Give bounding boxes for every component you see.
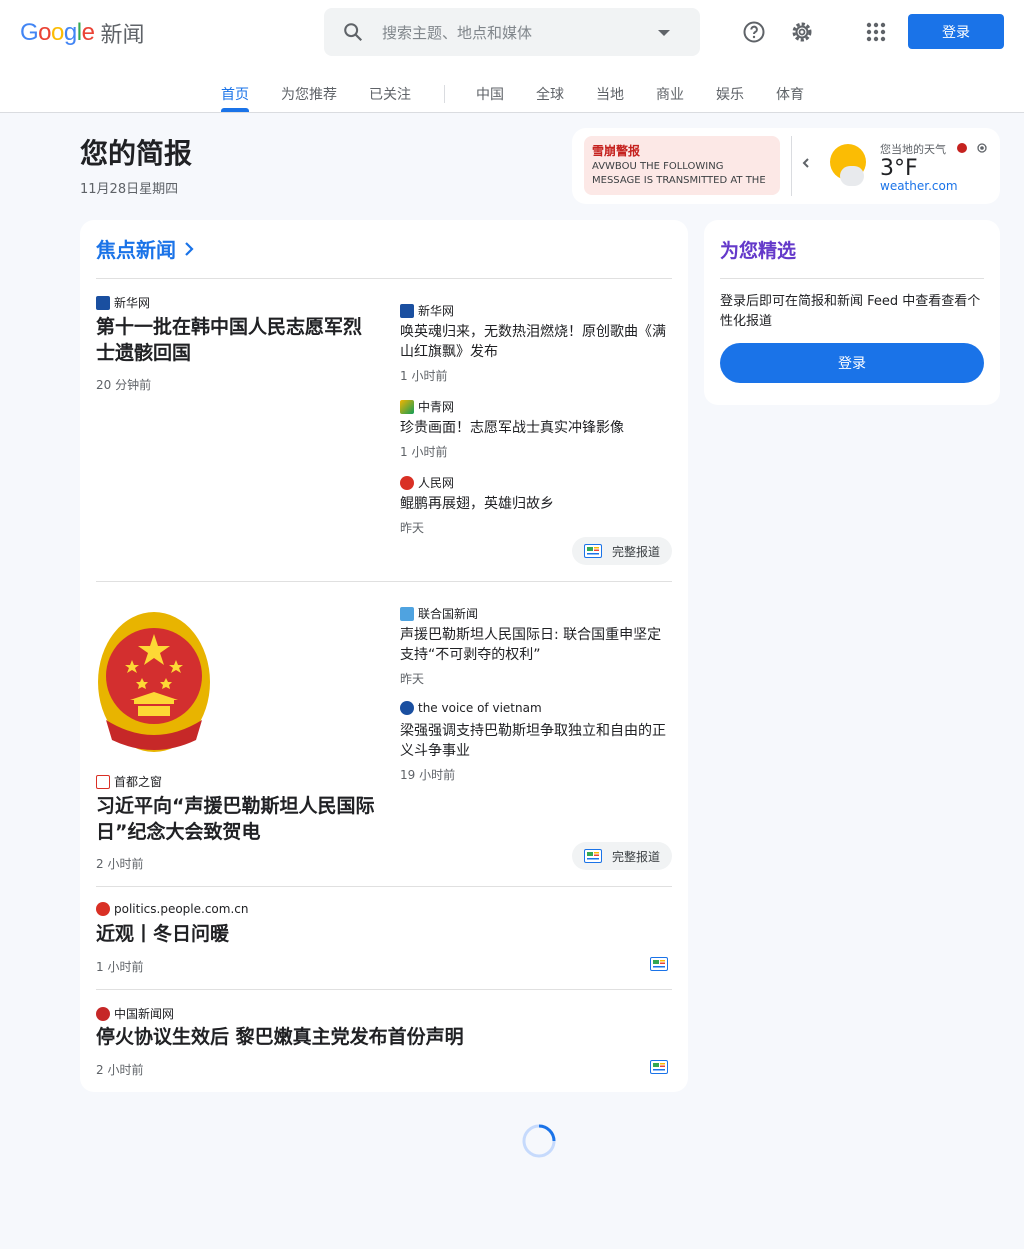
- divider: [96, 886, 672, 887]
- source-people[interactable]: 人民网: [400, 474, 454, 491]
- divider: [96, 989, 672, 990]
- headline-link[interactable]: 停火协议生效后 黎巴嫩真主党发布首份声明: [96, 1024, 636, 1050]
- search-box[interactable]: 搜索主题、地点和媒体: [324, 8, 700, 56]
- search-input[interactable]: 搜索主题、地点和媒体: [382, 22, 532, 43]
- tab-following[interactable]: 已关注: [369, 84, 411, 112]
- vov-logo-icon: [400, 701, 414, 715]
- alert-title: 雪崩警报: [592, 144, 641, 158]
- timestamp: 2 小时前: [96, 1063, 144, 1077]
- source-xinhua[interactable]: 新华网: [400, 302, 454, 319]
- timestamp: 昨天: [400, 521, 425, 535]
- beijing-gov-logo-icon: [96, 774, 110, 789]
- picks-description: 登录后即可在简报和新闻 Feed 中查看查看个性化报道: [720, 294, 981, 329]
- top-stories-card: 焦点新闻 新华网 第十一批在韩中国人民志愿军烈士遗骸回国 20 分钟前 新华网 …: [80, 220, 688, 1092]
- headline-link[interactable]: 第十一批在韩中国人民志愿军烈士遗骸回国: [96, 314, 380, 366]
- headline-link[interactable]: 梁强强调支持巴勒斯坦争取独立和自由的正义斗争事业: [400, 721, 670, 761]
- full-coverage-icon[interactable]: [650, 957, 668, 971]
- weather-temperature: 3°F: [880, 156, 918, 181]
- top-header: Google 新闻 搜索主题、地点和媒体 登录 首页 为您推荐 已关注 中国 全…: [0, 0, 1024, 113]
- full-coverage-icon: [584, 544, 602, 558]
- source-youth[interactable]: 中青网: [400, 398, 454, 415]
- timestamp: 19 小时前: [400, 768, 456, 782]
- tab-china[interactable]: 中国: [476, 84, 504, 112]
- avalanche-alert[interactable]: 雪崩警报 AVWBOU THE FOLLOWING MESSAGE IS TRA…: [584, 136, 780, 195]
- tab-home[interactable]: 首页: [221, 84, 249, 112]
- weather-card: 雪崩警报 AVWBOU THE FOLLOWING MESSAGE IS TRA…: [572, 128, 1000, 204]
- people-daily-logo-icon: [96, 902, 110, 916]
- apps-grid-icon[interactable]: [864, 20, 888, 44]
- tab-sports[interactable]: 体育: [776, 84, 804, 112]
- tab-entertainment[interactable]: 娱乐: [716, 84, 744, 112]
- weather-divider: [791, 136, 792, 196]
- picks-heading: 为您精选: [720, 240, 797, 262]
- picks-login-button[interactable]: 登录: [720, 343, 984, 383]
- xinhua-logo-icon: [400, 303, 414, 318]
- google-news-logo[interactable]: Google 新闻: [20, 18, 144, 48]
- tab-for-you[interactable]: 为您推荐: [281, 84, 337, 112]
- national-emblem-image[interactable]: [96, 610, 212, 754]
- divider: [96, 581, 672, 582]
- active-tab-indicator: [221, 108, 249, 112]
- alert-warning-icon: [957, 143, 967, 153]
- source-people-politics[interactable]: politics.people.com.cn: [96, 902, 248, 916]
- people-daily-logo-icon: [400, 475, 414, 490]
- search-options-dropdown-icon[interactable]: [658, 30, 670, 36]
- full-coverage-icon: [584, 849, 602, 863]
- headline-link[interactable]: 珍贵画面！志愿军战士真实冲锋影像: [400, 418, 670, 438]
- settings-gear-icon[interactable]: [790, 20, 814, 44]
- source-xinhua[interactable]: 新华网: [96, 294, 150, 311]
- headline-link[interactable]: 习近平向“声援巴勒斯坦人民国际日”纪念大会致贺电: [96, 793, 380, 845]
- timestamp: 20 分钟前: [96, 378, 152, 392]
- timestamp: 1 小时前: [400, 445, 448, 459]
- briefing-date: 11月28日星期四: [80, 182, 179, 197]
- source-voice-of-vietnam[interactable]: the voice of vietnam: [400, 701, 542, 715]
- headline-link[interactable]: 鲲鹏再展翅，英雄归故乡: [400, 494, 670, 514]
- tab-business[interactable]: 商业: [656, 84, 684, 112]
- timestamp: 2 小时前: [96, 857, 144, 871]
- timestamp: 1 小时前: [400, 369, 448, 383]
- timestamp: 昨天: [400, 672, 425, 686]
- timestamp: 1 小时前: [96, 960, 144, 974]
- youth-net-logo-icon: [400, 399, 414, 414]
- xinhua-logo-icon: [96, 295, 110, 310]
- un-logo-icon: [400, 606, 414, 621]
- picks-for-you-card: 为您精选 登录后即可在简报和新闻 Feed 中查看查看个性化报道 登录: [704, 220, 1000, 405]
- section-tabs: 首页 为您推荐 已关注 中国 全球 当地 商业 娱乐 体育: [0, 84, 1024, 112]
- source-chinanews[interactable]: 中国新闻网: [96, 1005, 174, 1022]
- weather-cloud-icon: [840, 166, 864, 186]
- help-icon[interactable]: [742, 20, 766, 44]
- source-un-news[interactable]: 联合国新闻: [400, 605, 478, 622]
- headline-link[interactable]: 近观丨冬日问暖: [96, 921, 636, 947]
- logo-brand: Google: [20, 19, 95, 46]
- logo-product: 新闻: [100, 23, 145, 48]
- tab-local[interactable]: 当地: [596, 84, 624, 112]
- divider: [720, 278, 984, 279]
- tab-divider: [444, 85, 445, 103]
- divider: [96, 278, 672, 279]
- weather-label: 您当地的天气: [880, 143, 946, 156]
- tab-world[interactable]: 全球: [536, 84, 564, 112]
- alert-body: AVWBOU THE FOLLOWING MESSAGE IS TRANSMIT…: [592, 161, 766, 186]
- chevron-right-icon: [185, 241, 194, 256]
- location-icon[interactable]: [976, 142, 988, 154]
- headline-link[interactable]: 声援巴勒斯坦人民国际日: 联合国重申坚定支持“不可剥夺的权利”: [400, 625, 670, 665]
- chinanews-logo-icon: [96, 1006, 110, 1021]
- chevron-left-icon[interactable]: [801, 158, 811, 168]
- page-title: 您的简报: [80, 137, 193, 170]
- search-icon[interactable]: [342, 21, 364, 43]
- headline-link[interactable]: 唤英魂归来，无数热泪燃烧！原创歌曲《满山红旗飘》发布: [400, 322, 670, 362]
- full-coverage-button[interactable]: 完整报道: [572, 537, 673, 565]
- full-coverage-icon[interactable]: [650, 1060, 668, 1074]
- weather-source-link[interactable]: weather.com: [880, 179, 958, 193]
- login-button[interactable]: 登录: [908, 14, 1004, 49]
- top-stories-heading[interactable]: 焦点新闻: [96, 234, 194, 263]
- full-coverage-button[interactable]: 完整报道: [572, 842, 673, 870]
- source-beijing-gov[interactable]: 首都之窗: [96, 773, 162, 790]
- loading-spinner-icon: [522, 1124, 556, 1158]
